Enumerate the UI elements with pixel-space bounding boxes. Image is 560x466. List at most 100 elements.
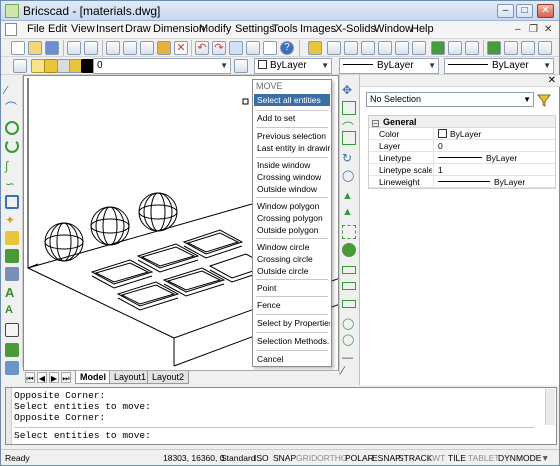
document-icon[interactable] [5,23,17,36]
quick-select-icon[interactable] [536,93,552,107]
move-icon[interactable]: ✥ [342,83,356,97]
status-esnap[interactable]: ESNAP [372,451,401,465]
hatch-icon[interactable] [5,231,19,245]
layers-icon[interactable] [263,41,277,55]
menu-tools[interactable]: Tools [272,23,298,35]
menu-item-select-by-properties[interactable]: Select by Properties... [254,317,330,329]
spline-icon[interactable]: ∽ [5,177,19,191]
status-dynmode[interactable]: DYNMODE [498,451,541,465]
rotate-icon[interactable]: ↻ [342,151,356,165]
property-section-general[interactable]: – General [369,116,555,128]
menu-item-outside-polygon[interactable]: Outside polygon [254,224,330,236]
tab-model[interactable]: Model [75,371,111,384]
status-grid[interactable]: GRID [296,451,317,465]
selection-select[interactable]: No Selection ▼ [366,92,534,107]
menu-item-outside-circle[interactable]: Outside circle [254,265,330,277]
tab-layout2[interactable]: Layout2 [147,371,190,384]
property-value[interactable]: ByLayer [433,128,555,140]
menu-item-selection-methods[interactable]: Selection Methods... [254,335,330,347]
menu-item-previous-selection[interactable]: Previous selection [254,130,330,142]
menu-item-cancel[interactable]: Cancel [254,353,330,365]
save-icon[interactable] [45,41,59,55]
layer-manager-icon[interactable] [13,59,27,73]
property-row-lineweight[interactable]: Lineweight ByLayer [369,176,555,188]
menu-file[interactable]: File [27,23,45,35]
menu-item-window-polygon[interactable]: Window polygon [254,200,330,212]
copy-icon[interactable] [123,41,137,55]
maximize-button[interactable]: □ [516,4,533,18]
zoom-window-icon[interactable] [395,41,409,55]
status-menu-icon[interactable]: ▼ [541,451,549,465]
mtext-icon[interactable]: A [5,303,19,317]
menu-modify[interactable]: Modify [199,23,231,35]
mirror-icon[interactable]: ▲ [342,189,356,203]
menu-settings[interactable]: Settings [235,23,275,35]
property-value[interactable]: 1 [433,164,555,176]
tab-layout1[interactable]: Layout1 [109,371,152,384]
tab-prev-icon[interactable]: ◀ [37,372,47,383]
property-row-linetype-scale[interactable]: Linetype scale 1 [369,164,555,176]
close-button[interactable]: ✕ [537,4,554,18]
orbit-icon[interactable] [327,41,341,55]
tab-first-icon[interactable]: ⏮ [25,372,35,383]
lineweight-select[interactable]: ByLayer ▼ [444,58,554,74]
stretch-icon[interactable]: ▲ [342,205,356,219]
property-value[interactable]: 0 [433,140,555,152]
line-icon[interactable]: ∕ [5,83,19,97]
menu-item-window-circle[interactable]: Window circle [254,241,330,253]
layer-previous-icon[interactable] [234,59,248,73]
print-preview-icon[interactable] [67,41,81,55]
scale-icon[interactable]: ◯ [342,169,356,183]
status-text-style[interactable]: Standard [221,451,256,465]
menu-item-crossing-window[interactable]: Crossing window [254,171,330,183]
box-icon[interactable] [487,41,501,55]
status-snap[interactable]: SNAP [273,451,296,465]
menu-item-point[interactable]: Point [254,282,330,294]
grid-array-icon[interactable] [342,225,356,239]
command-history-scrollbar[interactable] [545,389,555,425]
extend-icon[interactable] [342,282,356,290]
chamfer-icon[interactable]: ◯ [342,333,356,347]
redo-icon[interactable]: ↷ [212,41,226,55]
collapse-icon[interactable]: – [372,120,379,127]
layer-select[interactable]: 0 ▼ [93,58,231,74]
light-bulb-icon[interactable] [31,59,45,73]
paste-icon[interactable] [140,41,154,55]
ellipse-icon[interactable] [5,139,19,153]
menu-view[interactable]: View [71,23,95,35]
property-value[interactable]: ByLayer [433,176,555,188]
break-icon[interactable] [342,300,356,308]
close-icon[interactable]: ✕ [548,75,556,86]
menu-item-select-all-entities[interactable]: Select all entities [254,94,330,106]
menu-item-crossing-polygon[interactable]: Crossing polygon [254,212,330,224]
linetype-select[interactable]: ByLayer ▼ [339,58,439,74]
sun-freeze-icon[interactable] [44,59,58,73]
fillet-icon[interactable]: ◯ [342,317,356,331]
command-line-grip[interactable] [6,388,12,444]
menu-dimension[interactable]: Dimension [153,23,205,35]
copy-entity-icon[interactable] [342,101,356,115]
help-icon[interactable]: ? [280,41,294,55]
block-icon[interactable] [5,249,19,263]
explode-icon[interactable] [342,243,356,257]
rectangle-icon[interactable] [5,195,19,209]
menu-images[interactable]: Images [300,23,336,35]
menu-item-crossing-circle[interactable]: Crossing circle [254,253,330,265]
open-icon[interactable] [28,41,42,55]
region-icon[interactable] [5,267,19,281]
match-properties-icon[interactable] [157,41,171,55]
property-row-layer[interactable]: Layer 0 [369,140,555,152]
lengthen-icon[interactable]: — [342,351,356,365]
text-icon[interactable]: A [5,286,19,300]
mdi-close-icon[interactable]: ✕ [544,24,552,35]
table-icon[interactable] [5,323,19,337]
cut-icon[interactable] [106,41,120,55]
design-center-icon[interactable] [229,41,243,55]
menu-item-add-to-set[interactable]: Add to set [254,112,330,124]
circle-icon[interactable] [5,121,19,135]
arc-icon[interactable]: ⌒ [5,101,19,115]
xref-icon[interactable] [5,361,19,375]
view-front-icon[interactable] [521,41,535,55]
property-value[interactable]: ByLayer [433,152,555,164]
property-row-linetype[interactable]: Linetype ByLayer [369,152,555,164]
